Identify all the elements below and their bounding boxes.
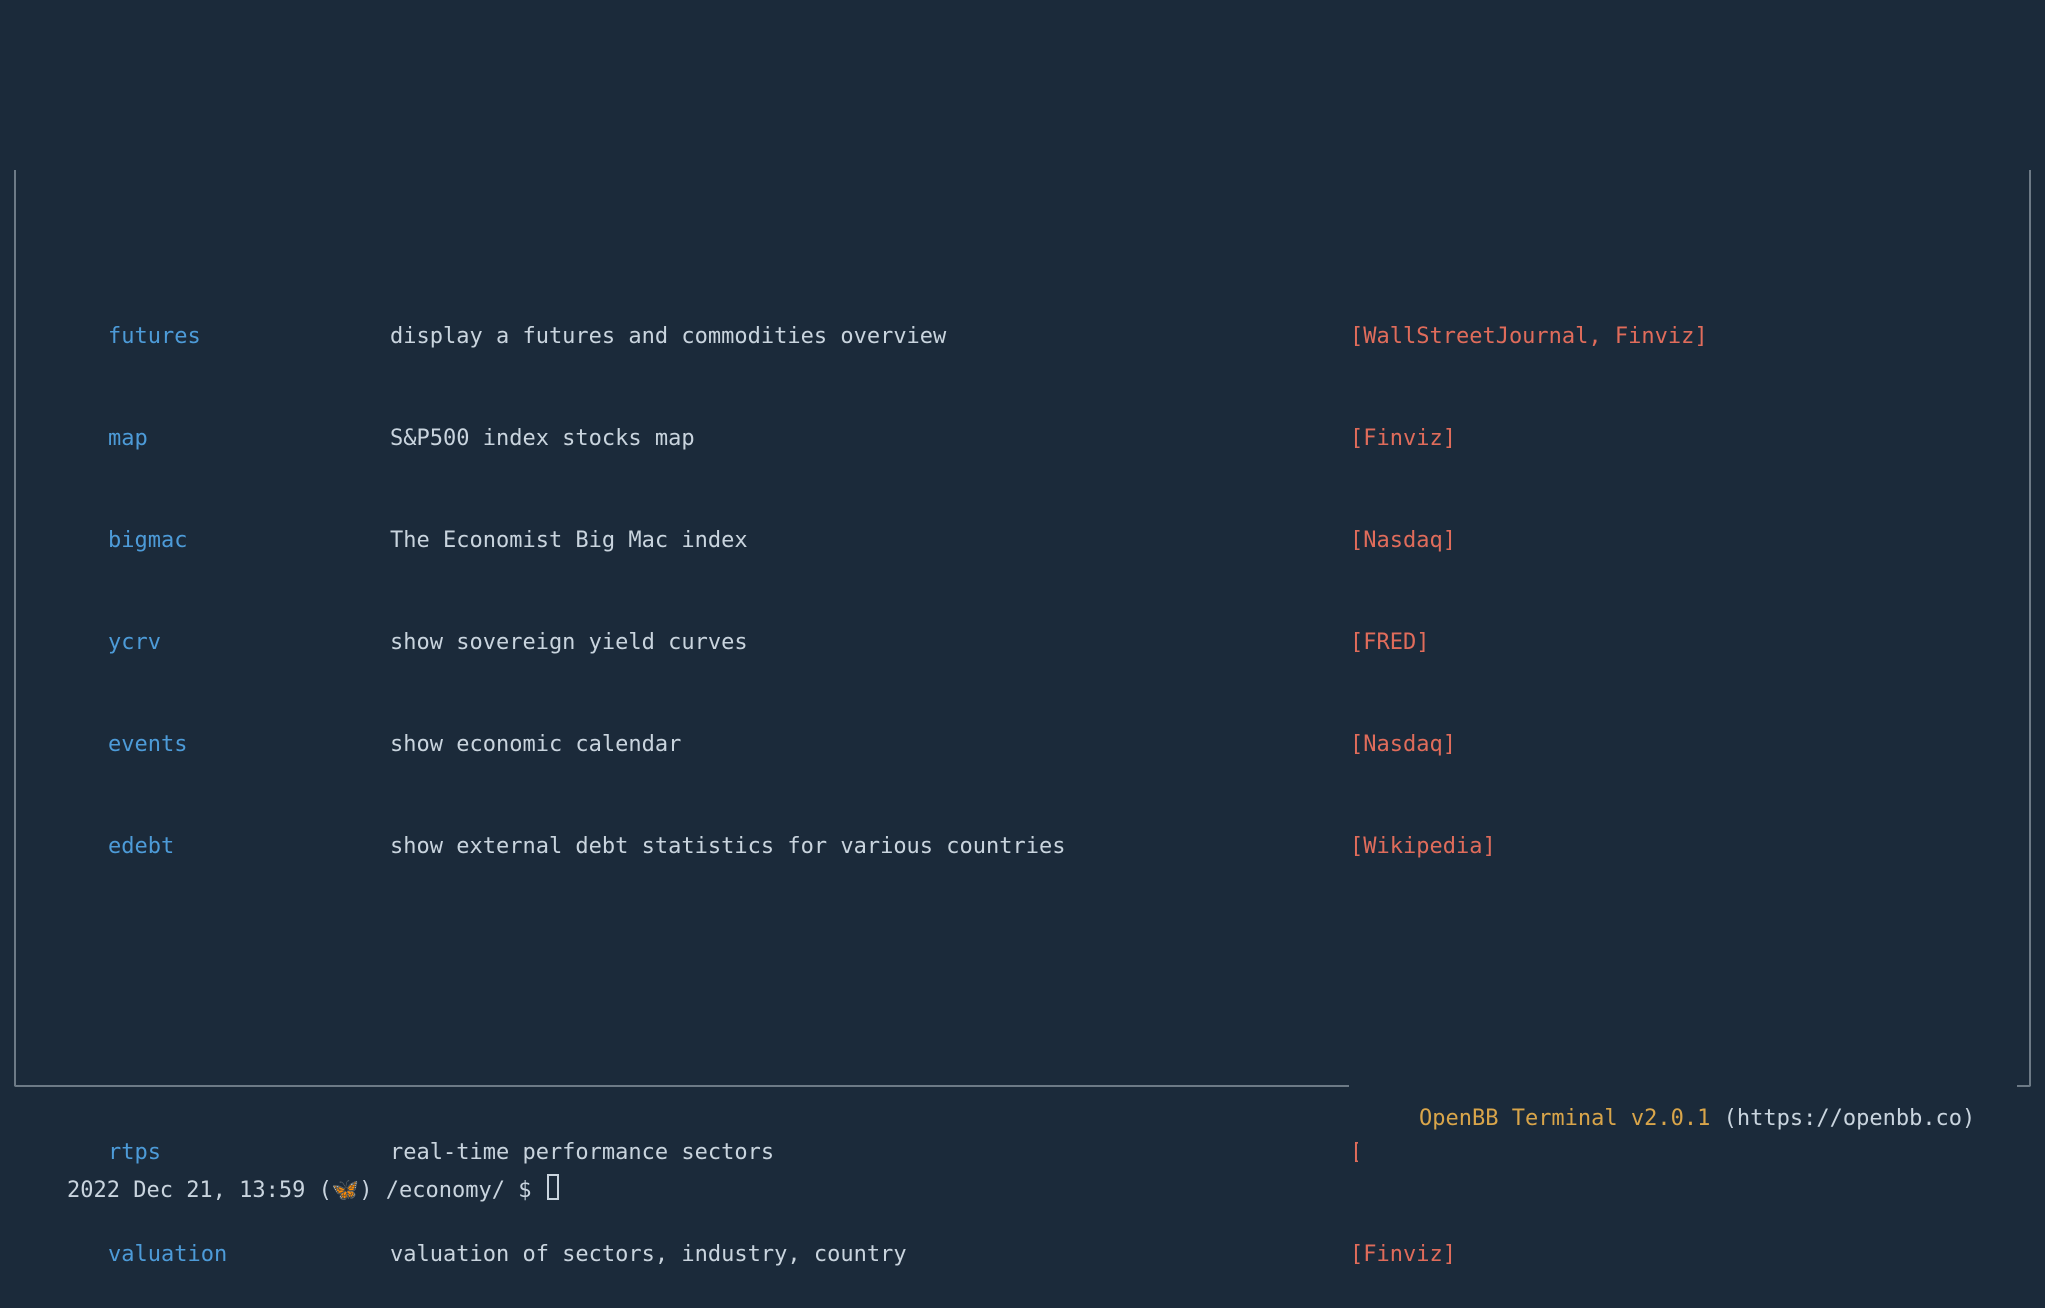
- prompt-path: /economy/: [386, 1178, 505, 1203]
- command-row[interactable]: futures display a futures and commoditie…: [40, 320, 2005, 354]
- prompt-line[interactable]: 2022 Dec 21, 13:59 (🦋) /economy/ $: [14, 1140, 559, 1242]
- panel-border-bottom-right: [2017, 1085, 2031, 1087]
- command-name: map: [108, 422, 390, 456]
- text-cursor-icon[interactable]: [547, 1174, 559, 1200]
- command-desc: S&P500 index stocks map: [390, 422, 1350, 456]
- command-name: futures: [108, 320, 390, 354]
- panel-border-left: [14, 170, 16, 1086]
- command-row[interactable]: bigmac The Economist Big Mac index [Nasd…: [40, 524, 2005, 558]
- prompt-sep: ): [359, 1178, 386, 1203]
- command-row[interactable]: edebt show external debt statistics for …: [40, 830, 2005, 864]
- command-desc: valuation of sectors, industry, country: [390, 1238, 1350, 1272]
- command-desc: show economic calendar: [390, 728, 1350, 762]
- panel-border-right: [2029, 170, 2031, 1086]
- command-source: [WallStreetJournal, Finviz]: [1350, 320, 1708, 354]
- command-row[interactable]: ycrv show sovereign yield curves [FRED]: [40, 626, 2005, 660]
- command-source: [Nasdaq]: [1350, 728, 1456, 762]
- command-source: [Finviz]: [1350, 1238, 1456, 1272]
- command-source: [Wikipedia]: [1350, 830, 1496, 864]
- command-source: [FRED]: [1350, 626, 1429, 660]
- command-name: edebt: [108, 830, 390, 864]
- command-name: events: [108, 728, 390, 762]
- command-source: [Finviz]: [1350, 422, 1456, 456]
- command-row[interactable]: events show economic calendar [Nasdaq]: [40, 728, 2005, 762]
- command-name: ycrv: [108, 626, 390, 660]
- command-name: valuation: [108, 1238, 390, 1272]
- blank-line: [40, 966, 2005, 1000]
- butterfly-emoji-icon: 🦋: [332, 1178, 359, 1203]
- app-name-version: OpenBB Terminal v2.0.1: [1419, 1106, 1710, 1131]
- command-source: [Nasdaq]: [1350, 524, 1456, 558]
- terminal-window: futures display a futures and commoditie…: [0, 170, 2045, 1308]
- command-desc: show external debt statistics for variou…: [390, 830, 1350, 864]
- command-name: bigmac: [108, 524, 390, 558]
- prompt-timestamp: 2022 Dec 21, 13:59 (: [67, 1178, 332, 1203]
- command-desc: display a futures and commodities overvi…: [390, 320, 1350, 354]
- command-row[interactable]: map S&P500 index stocks map [Finviz]: [40, 422, 2005, 456]
- panel-title: OpenBB Terminal v2.0.1 (https://openbb.c…: [1358, 1068, 1997, 1170]
- command-desc: The Economist Big Mac index: [390, 524, 1350, 558]
- command-row[interactable]: valuation valuation of sectors, industry…: [40, 1238, 2005, 1272]
- command-desc: show sovereign yield curves: [390, 626, 1350, 660]
- prompt-dollar: $: [505, 1178, 545, 1203]
- app-url: (https://openbb.co): [1710, 1106, 1988, 1131]
